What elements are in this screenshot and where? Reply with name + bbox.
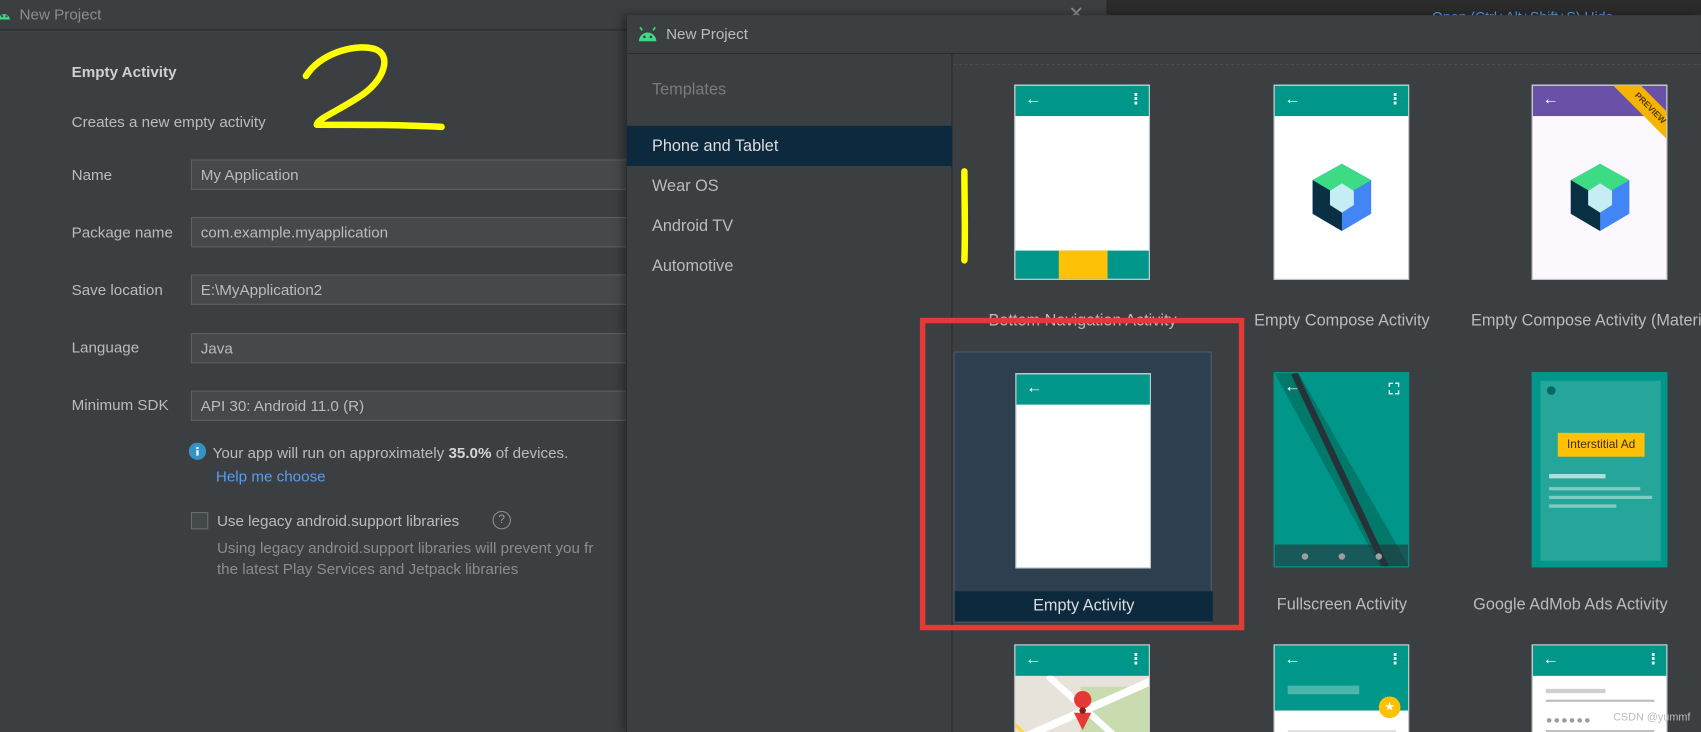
back-arrow-icon: ← — [1284, 90, 1301, 109]
minimum-sdk-select[interactable]: API 30: Android 11.0 (R) — [190, 390, 628, 421]
back-arrow-icon: ← — [1542, 649, 1559, 669]
templates-sidebar: Templates Phone and Tablet Wear OS Andro… — [627, 54, 953, 732]
selection-highlight-box — [919, 317, 1245, 631]
template-name: Empty Compose Activity — [1254, 311, 1430, 330]
coverage-percent: 35.0% — [448, 443, 492, 462]
form-line — [1545, 688, 1606, 694]
save-location-field[interactable]: E:\MyApplication2 — [190, 274, 628, 305]
save-location-label: Save location — [71, 280, 163, 299]
template-card-bottom-navigation[interactable]: ← ⋮ Bottom Navigation Activity — [954, 69, 1212, 340]
star-fab-icon: ★ — [1378, 696, 1401, 719]
back-arrow-icon: ← — [1025, 90, 1042, 109]
name-field[interactable]: My Application — [190, 159, 628, 190]
coverage-prefix: Your app will run on approximately — [212, 443, 449, 462]
legacy-support-checkbox[interactable] — [190, 512, 209, 530]
package-name-label: Package name — [71, 223, 173, 241]
phone-preview: ← ⋮ ★ — [1273, 644, 1410, 732]
phone-preview: ← ⛶ — [1273, 372, 1410, 568]
info-icon — [188, 442, 207, 460]
phone-preview: ← ⋮ — [1273, 84, 1410, 280]
back-arrow-icon: ← — [1284, 377, 1301, 396]
android-icon — [0, 14, 10, 20]
category-phone-and-tablet[interactable]: Phone and Tablet — [627, 125, 953, 166]
map-preview — [1015, 675, 1149, 732]
ad-text-line — [1549, 487, 1641, 491]
legacy-note-line2: the latest Play Services and Jetpack lib… — [216, 559, 519, 578]
more-vert-icon: ⋮ — [1387, 90, 1403, 108]
back-arrow-icon: ← — [1025, 649, 1042, 669]
ad-dot — [1546, 386, 1556, 395]
template-card-google-maps[interactable]: ← ⋮ — [954, 624, 1212, 732]
password-dots: ●●●●●● — [1545, 714, 1592, 727]
template-name: Empty Compose Activity (Material3) — [1470, 311, 1701, 330]
form-underline — [1545, 699, 1655, 702]
phone-preview: ← ⋮ — [1014, 84, 1150, 280]
ad-text-line — [1549, 495, 1653, 500]
ad-text-line — [1549, 474, 1606, 479]
fullscreen-diagonal — [1274, 373, 1409, 567]
legacy-note-line1: Using legacy android.support libraries w… — [216, 539, 594, 557]
more-vert-icon: ⋮ — [1128, 90, 1144, 108]
step-number-annotation — [302, 44, 445, 131]
more-vert-icon: ⋮ — [1128, 649, 1144, 668]
back-arrow-icon: ← — [1284, 649, 1301, 669]
device-coverage-text: Your app will run on approximately 35.0%… — [213, 444, 569, 461]
language-select[interactable]: Java — [190, 333, 628, 364]
previous-row-fragment — [953, 54, 1701, 66]
category-wear-os[interactable]: Wear OS — [627, 166, 952, 206]
bottom-nav-selected — [1058, 250, 1108, 279]
fullscreen-icon: ⛶ — [1388, 379, 1400, 398]
phone-preview: Interstitial Ad — [1531, 372, 1668, 568]
more-vert-icon: ⋮ — [1645, 649, 1661, 668]
language-label: Language — [71, 338, 140, 356]
app-bar: ← ⋮ — [1532, 645, 1667, 676]
template-card-empty-compose-material3[interactable]: ← PREVIEW Empty Compose Activity (Materi… — [1471, 69, 1701, 340]
help-me-choose-link[interactable]: Help me choose — [216, 468, 326, 485]
legacy-support-label: Use legacy android.support libraries — [216, 512, 460, 530]
android-icon — [638, 27, 657, 42]
toolbar-line — [1287, 685, 1360, 695]
app-bar: ← ⋮ — [1274, 85, 1409, 117]
app-bar: ← ⋮ — [1015, 645, 1149, 676]
more-vert-icon: ⋮ — [1387, 649, 1403, 668]
template-name: Google AdMob Ads Activity — [1473, 595, 1668, 614]
dialog-title: New Project — [666, 24, 748, 43]
interstitial-ad-label: Interstitial Ad — [1557, 432, 1645, 457]
watermark: CSDN @yummf — [1613, 711, 1691, 724]
marker-line-annotation — [961, 168, 969, 264]
template-card-empty-compose[interactable]: ← ⋮ Empty Compose Activity — [1213, 69, 1471, 340]
ad-panel — [1540, 380, 1661, 561]
help-question-icon[interactable]: ? — [492, 510, 511, 530]
phone-preview: ← ⋮ — [1014, 644, 1150, 732]
template-card-google-admob[interactable]: Interstitial Ad Google AdMob Ads Activit… — [1471, 351, 1701, 622]
minimum-sdk-label: Minimum SDK — [71, 395, 169, 414]
template-name: Fullscreen Activity — [1276, 595, 1408, 614]
app-bar: ← ⋮ — [1015, 85, 1149, 117]
templates-header: Templates — [651, 80, 727, 99]
dialog-titlebar: New Project — [627, 15, 1701, 55]
category-automotive[interactable]: Automotive — [627, 246, 952, 286]
template-heading: Empty Activity — [71, 62, 177, 81]
package-name-field[interactable]: com.example.myapplication — [190, 216, 628, 248]
back-arrow-icon: ← — [1542, 90, 1559, 109]
coverage-suffix: of devices. — [491, 443, 569, 462]
template-card-list-detail[interactable]: ← ⋮ ★ — [1213, 624, 1471, 732]
phone-preview: ← PREVIEW — [1531, 84, 1668, 280]
name-label: Name — [71, 165, 113, 184]
back-window-title: New Project — [19, 5, 102, 23]
template-card-fullscreen[interactable]: ← ⛶ Fullscreen Activity — [1213, 351, 1471, 622]
ad-text-line — [1549, 504, 1617, 508]
template-description: Creates a new empty activity — [71, 112, 266, 131]
category-android-tv[interactable]: Android TV — [627, 206, 952, 246]
compose-logo-icon — [1570, 163, 1630, 232]
compose-logo-icon — [1312, 163, 1372, 232]
